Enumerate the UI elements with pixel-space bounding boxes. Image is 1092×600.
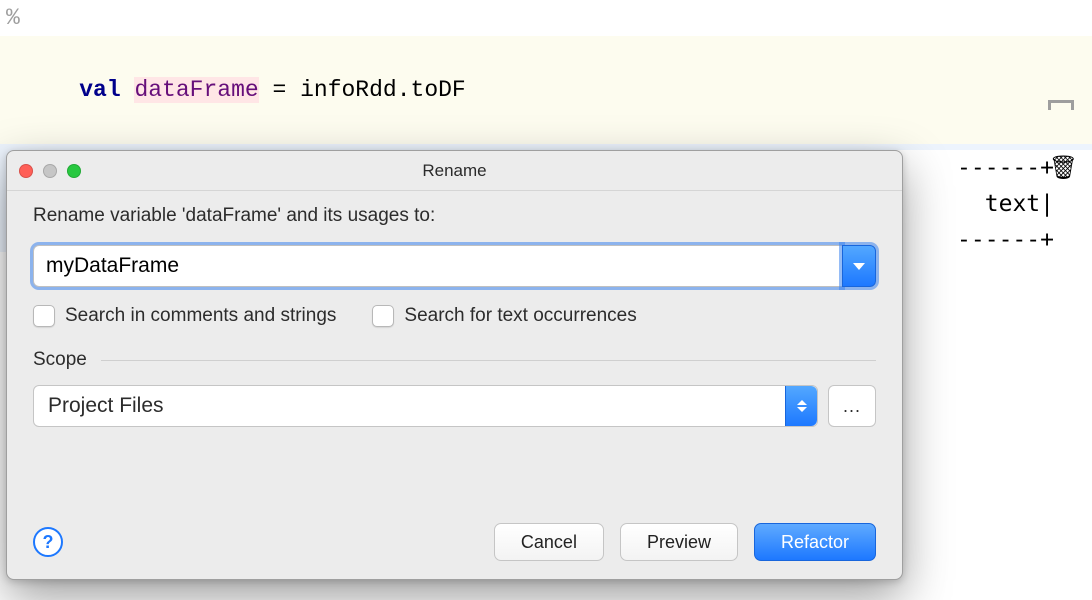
new-name-input[interactable] <box>33 245 842 287</box>
name-history-dropdown[interactable] <box>842 245 876 287</box>
help-button[interactable]: ? <box>33 527 63 557</box>
variable-highlight-1: dataFrame <box>134 77 258 103</box>
chevron-down-icon <box>853 263 865 270</box>
search-text-label: Search for text occurrences <box>404 305 636 327</box>
refactor-button[interactable]: Refactor <box>754 523 876 561</box>
chevron-down-icon <box>797 407 807 412</box>
scope-select[interactable]: Project Files <box>33 385 818 427</box>
rename-dialog: Rename Rename variable 'dataFrame' and i… <box>6 150 903 580</box>
zoom-icon[interactable] <box>67 164 81 178</box>
console-dash-top: ------ <box>957 155 1040 181</box>
search-text-option[interactable]: Search for text occurrences <box>372 305 636 327</box>
chevron-up-icon <box>797 400 807 405</box>
collapse-bracket-icon <box>1048 100 1074 110</box>
preview-button[interactable]: Preview <box>620 523 738 561</box>
dialog-title: Rename <box>422 161 486 181</box>
scope-stepper[interactable] <box>785 386 817 426</box>
scope-label: Scope <box>33 349 87 371</box>
dialog-body: Rename variable 'dataFrame' and its usag… <box>7 191 902 515</box>
search-text-checkbox[interactable] <box>372 305 394 327</box>
console-fragment: ------🗑+ text| ------+ <box>872 150 1092 258</box>
minimize-icon <box>43 164 57 178</box>
window-controls <box>19 151 81 191</box>
keyword-val: val <box>79 77 120 103</box>
close-icon[interactable] <box>19 164 33 178</box>
scope-more-button[interactable]: ... <box>828 385 876 427</box>
code-line-1[interactable]: val dataFrame = infoRdd.toDF <box>0 36 1092 144</box>
dialog-titlebar[interactable]: Rename <box>7 151 902 191</box>
dialog-footer: ? Cancel Preview Refactor <box>7 515 902 579</box>
code-rest-1: = infoRdd.toDF <box>259 77 466 103</box>
cancel-button[interactable]: Cancel <box>494 523 604 561</box>
console-plus-bot: + <box>1040 227 1054 253</box>
scope-value: Project Files <box>48 394 164 418</box>
scope-divider <box>101 360 876 361</box>
percent-marker: % <box>0 0 1092 36</box>
console-dash-bot: ------ <box>957 227 1040 253</box>
rename-prompt: Rename variable 'dataFrame' and its usag… <box>33 205 876 227</box>
search-comments-checkbox[interactable] <box>33 305 55 327</box>
trash-icon[interactable]: 🗑 <box>1049 150 1078 186</box>
search-comments-label: Search in comments and strings <box>65 305 336 327</box>
search-comments-option[interactable]: Search in comments and strings <box>33 305 336 327</box>
